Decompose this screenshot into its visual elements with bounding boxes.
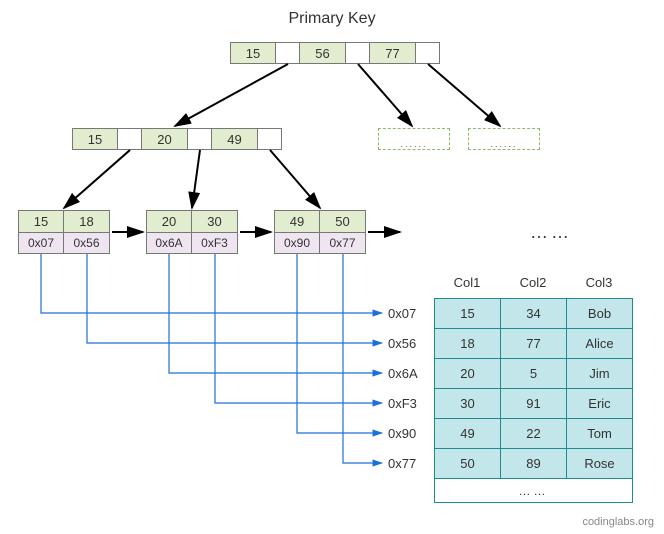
leaf-key: 50 (320, 210, 366, 232)
table-ellipsis: …… (435, 479, 633, 503)
root-node: 15 56 77 (230, 42, 440, 64)
table-row: 30 91 Eric (435, 389, 633, 419)
placeholder-node: ...... (378, 128, 450, 150)
table-cell: 18 (435, 329, 501, 359)
table-cell: Alice (567, 329, 633, 359)
table-cell: 22 (501, 419, 567, 449)
leaf-ptr: 0x77 (320, 232, 366, 254)
placeholder-node: ...... (468, 128, 540, 150)
table-cell: 34 (501, 299, 567, 329)
leaf-ellipsis: …… (530, 222, 572, 243)
ptr-label: 0x77 (388, 456, 416, 471)
table-cell: 15 (435, 299, 501, 329)
table-cell: Bob (567, 299, 633, 329)
internal-node: 15 20 49 (72, 128, 282, 150)
table-cell: 77 (501, 329, 567, 359)
root-gap (276, 42, 300, 64)
root-gap (416, 42, 440, 64)
table-ellipsis-row: …… (435, 479, 633, 503)
table-cell: 49 (435, 419, 501, 449)
table-row: 20 5 Jim (435, 359, 633, 389)
leaf-key: 20 (146, 210, 192, 232)
diagram-title: Primary Key (0, 10, 664, 28)
table-cell: 91 (501, 389, 567, 419)
root-key: 77 (370, 42, 416, 64)
table-row: 49 22 Tom (435, 419, 633, 449)
internal-gap (188, 128, 212, 150)
table-cell: Tom (567, 419, 633, 449)
internal-gap (118, 128, 142, 150)
internal-key: 15 (72, 128, 118, 150)
leaf-ptr: 0x6A (146, 232, 192, 254)
ptr-label: 0x6A (388, 366, 418, 381)
leaf-node: 15 0x07 18 0x56 (18, 210, 110, 254)
root-key: 15 (230, 42, 276, 64)
leaf-key: 30 (192, 210, 238, 232)
root-key: 56 (300, 42, 346, 64)
watermark: codinglabs.org (582, 516, 654, 528)
leaf-key: 18 (64, 210, 110, 232)
leaf-ptr: 0x90 (274, 232, 320, 254)
table-cell: 5 (501, 359, 567, 389)
ptr-label: 0x56 (388, 336, 416, 351)
table-row: 18 77 Alice (435, 329, 633, 359)
table-cell: 30 (435, 389, 501, 419)
internal-key: 49 (212, 128, 258, 150)
table-cell: Rose (567, 449, 633, 479)
table-col-header: Col3 (566, 275, 632, 290)
data-table: 15 34 Bob 18 77 Alice 20 5 Jim 30 91 Eri… (434, 298, 633, 503)
internal-key: 20 (142, 128, 188, 150)
table-row: 50 89 Rose (435, 449, 633, 479)
table-col-header: Col1 (434, 275, 500, 290)
table-cell: Eric (567, 389, 633, 419)
table-row: 15 34 Bob (435, 299, 633, 329)
leaf-node: 20 0x6A 30 0xF3 (146, 210, 238, 254)
table-cell: Jim (567, 359, 633, 389)
ptr-label: 0xF3 (388, 396, 417, 411)
table-cell: 89 (501, 449, 567, 479)
leaf-ptr: 0x07 (18, 232, 64, 254)
ptr-label: 0x07 (388, 306, 416, 321)
table-col-header: Col2 (500, 275, 566, 290)
ptr-label: 0x90 (388, 426, 416, 441)
internal-gap (258, 128, 282, 150)
table-cell: 20 (435, 359, 501, 389)
leaf-node: 49 0x90 50 0x77 (274, 210, 366, 254)
leaf-key: 15 (18, 210, 64, 232)
leaf-key: 49 (274, 210, 320, 232)
leaf-ptr: 0xF3 (192, 232, 238, 254)
table-cell: 50 (435, 449, 501, 479)
leaf-ptr: 0x56 (64, 232, 110, 254)
root-gap (346, 42, 370, 64)
